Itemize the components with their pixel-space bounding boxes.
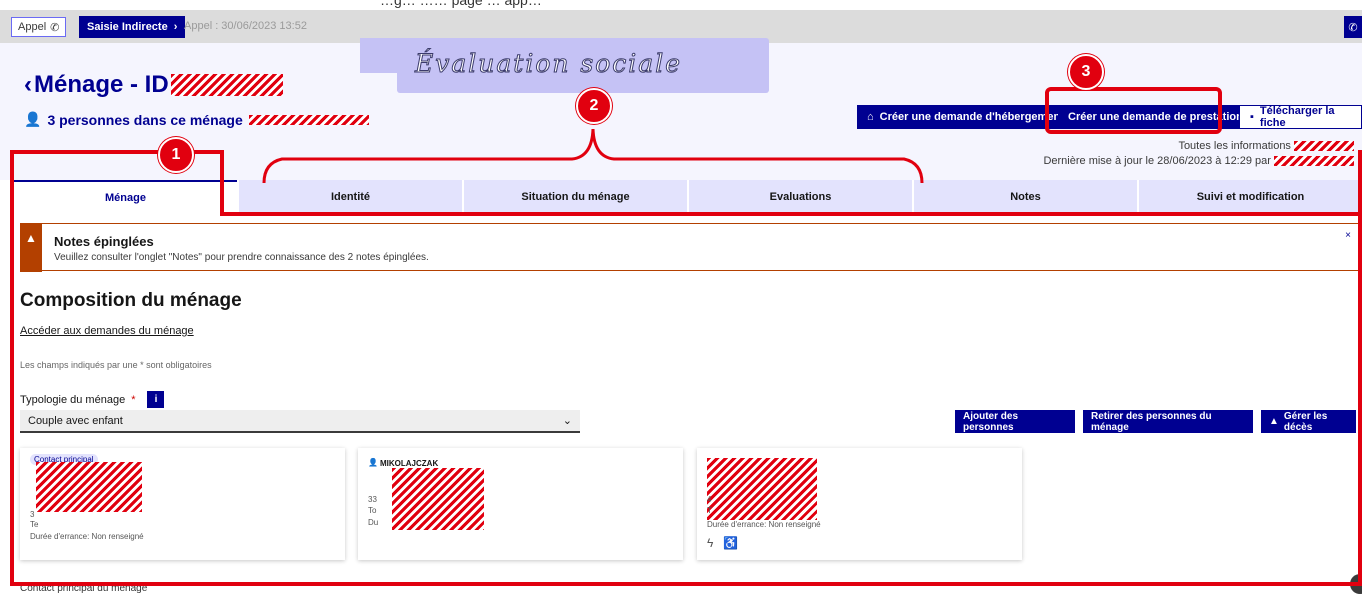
- title-text: Ménage - ID: [34, 71, 169, 98]
- household-count-text: 3 personnes dans ce ménage: [47, 111, 243, 128]
- annotation-badge-2: 2: [576, 88, 612, 124]
- file-icon: ▪: [1250, 111, 1254, 123]
- phone-hangup-icon: ✆: [1348, 21, 1358, 34]
- saisie-label: Saisie Indirecte: [87, 21, 168, 33]
- cut-caption: …g… …… page … app…: [380, 0, 542, 8]
- highlight-prestation: [1045, 87, 1222, 134]
- highlight-tab-edge: [220, 150, 224, 216]
- home-icon: ⌂: [867, 111, 874, 123]
- appel-button[interactable]: Appel ✆: [11, 17, 67, 37]
- redacted-name: [248, 114, 369, 125]
- page-title: ‹ Ménage - ID: [24, 71, 283, 99]
- back-icon[interactable]: ‹: [24, 71, 32, 99]
- person-icon: 👤: [24, 111, 42, 127]
- end-call-button[interactable]: ✆: [1344, 16, 1362, 38]
- highlight-tab-bottom: [220, 212, 1362, 216]
- create-hebergement-label: Créer une demande d'hébergement: [879, 111, 1064, 123]
- phone-icon: ✆: [50, 21, 60, 34]
- top-edge: …g… …… page … app…: [0, 0, 1362, 10]
- evaluation-banner-text: Évaluation sociale: [415, 49, 682, 79]
- redacted-id: [170, 74, 283, 96]
- annotation-badge-1: 1: [158, 137, 194, 173]
- annotation-badge-3: 3: [1068, 54, 1104, 90]
- appel-date: Appel : 30/06/2023 13:52: [184, 20, 307, 32]
- download-sheet-button[interactable]: ▪ Télécharger la fiche: [1239, 105, 1362, 129]
- appel-label: Appel: [18, 21, 47, 33]
- tabs-bracket: [262, 128, 924, 184]
- saisie-indirecte-button[interactable]: Saisie Indirecte ›: [79, 16, 186, 38]
- chevron-right-icon: ›: [173, 21, 178, 33]
- download-sheet-label: Télécharger la fiche: [1259, 105, 1335, 129]
